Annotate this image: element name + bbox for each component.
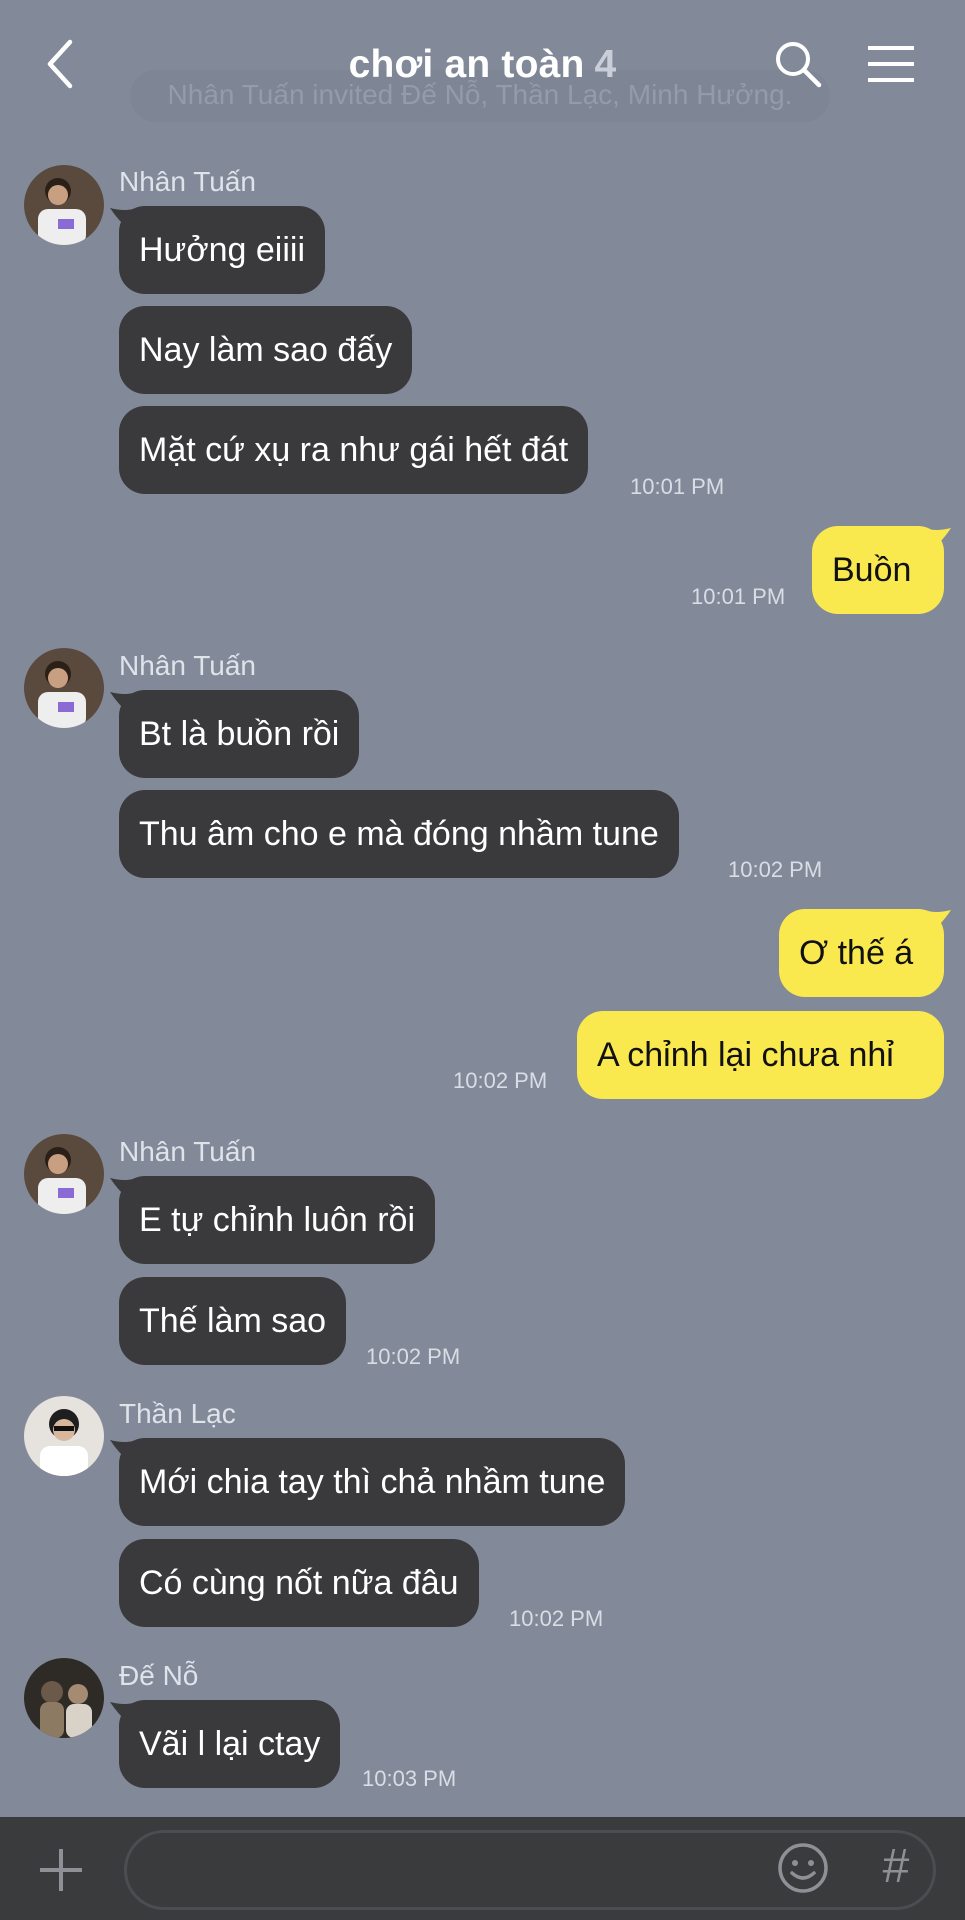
chat-title: chơi an toàn 4 (349, 43, 617, 87)
avatar-than-lac[interactable] (24, 1396, 104, 1476)
message-composer: # (0, 1817, 965, 1920)
message-bubble[interactable]: E tự chỉnh luôn rồi (119, 1176, 436, 1264)
hashtag-icon[interactable]: # (866, 1837, 926, 1897)
chat-header: chơi an toàn 4 (0, 0, 965, 130)
hamburger-menu-icon[interactable] (866, 42, 916, 86)
message-bubble[interactable]: Nay làm sao đấy (119, 306, 413, 394)
message-bubble[interactable]: Bt là buồn rồi (119, 690, 360, 778)
message-bubble[interactable]: Hưởng eiiii (119, 206, 325, 294)
message-bubble[interactable]: Vãi l lại ctay (119, 1700, 341, 1788)
message-time: 10:02 PM (366, 1344, 461, 1369)
chat-name: chơi an toàn (348, 43, 585, 86)
avatar-nhan-tuan[interactable] (24, 165, 104, 245)
sender-name: Nhân Tuấn (119, 166, 256, 197)
message-bubble[interactable]: Mới chia tay thì chả nhầm tune (119, 1438, 626, 1526)
sender-name: Nhân Tuấn (119, 1136, 256, 1167)
message-time: 10:02 PM (453, 1068, 548, 1093)
avatar-de-no[interactable] (24, 1658, 104, 1738)
message-time: 10:01 PM (630, 474, 725, 499)
sender-name: Nhân Tuấn (119, 650, 256, 681)
message-bubble-outgoing[interactable]: A chỉnh lại chưa nhỉ (577, 1011, 944, 1099)
sender-name: Thần Lạc (119, 1398, 236, 1429)
message-time: 10:02 PM (728, 857, 823, 882)
message-bubble[interactable]: Thu âm cho e mà đóng nhầm tune (119, 790, 679, 878)
message-bubble[interactable]: Có cùng nốt nữa đâu (119, 1539, 479, 1627)
sender-name: Đế Nỗ (119, 1660, 199, 1691)
message-bubble[interactable]: Mặt cứ xụ ra như gái hết đát (119, 406, 589, 494)
avatar-nhan-tuan[interactable] (24, 1134, 104, 1214)
avatar-nhan-tuan[interactable] (24, 648, 104, 728)
message-time: 10:01 PM (691, 584, 786, 609)
member-count: 4 (594, 43, 617, 86)
search-icon[interactable] (772, 38, 824, 90)
message-bubble-outgoing[interactable]: Buồn (812, 526, 944, 614)
emoji-icon[interactable] (776, 1841, 830, 1895)
plus-icon[interactable] (36, 1845, 86, 1895)
message-time: 10:02 PM (509, 1606, 604, 1631)
chevron-left-icon[interactable] (38, 36, 88, 92)
message-bubble[interactable]: Thế làm sao (119, 1277, 347, 1365)
message-bubble-outgoing[interactable]: Ơ thế á (779, 909, 944, 997)
message-time: 10:03 PM (362, 1766, 457, 1791)
